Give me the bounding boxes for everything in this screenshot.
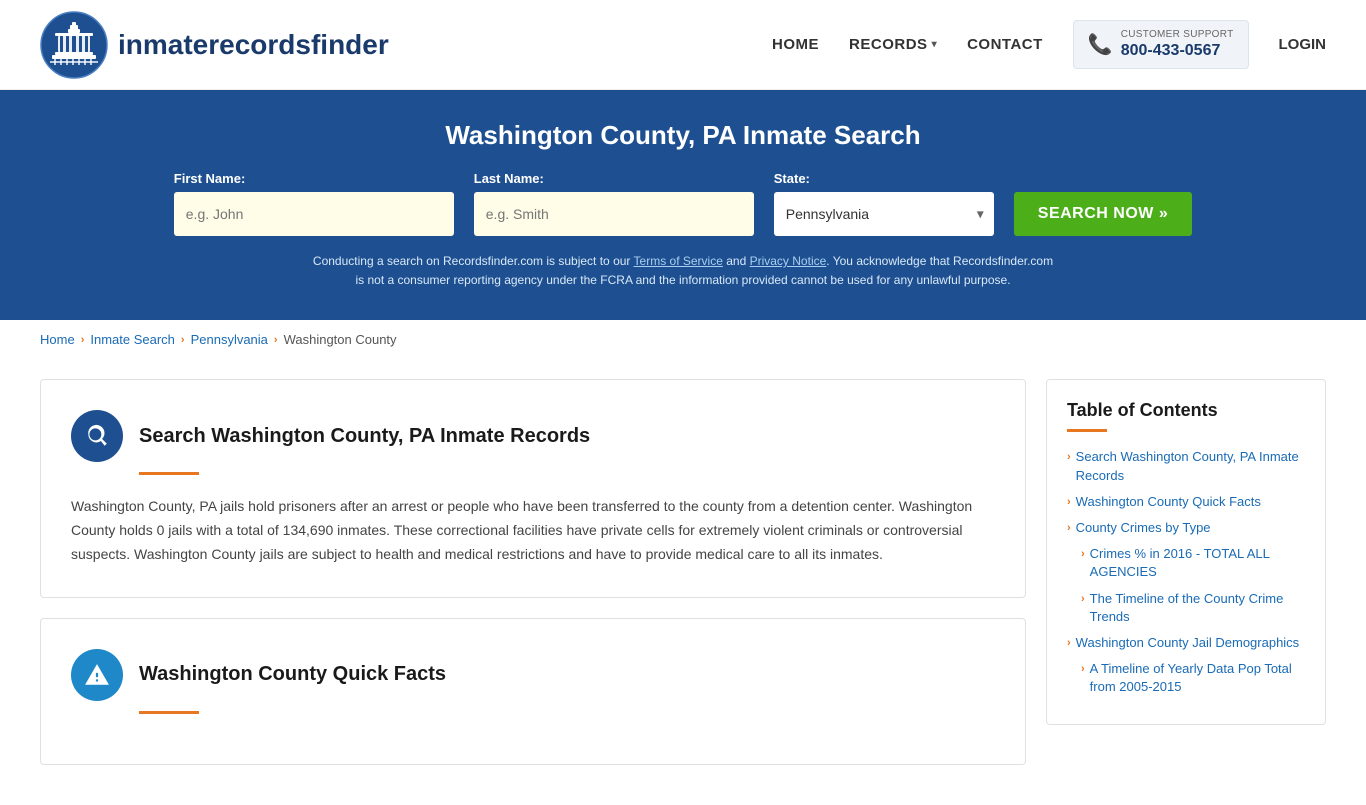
toc-item-2: › Washington County Quick Facts xyxy=(1067,493,1305,511)
support-label: CUSTOMER SUPPORT xyxy=(1121,29,1234,41)
section2-divider xyxy=(139,711,199,714)
logo-icon xyxy=(40,11,108,79)
hero-banner: Washington County, PA Inmate Search Firs… xyxy=(0,90,1366,320)
toc-chevron-icon: › xyxy=(1067,636,1071,651)
toc-chevron-icon: › xyxy=(1081,547,1085,562)
breadcrumb-home[interactable]: Home xyxy=(40,332,75,347)
right-column: Table of Contents › Search Washington Co… xyxy=(1046,379,1326,784)
support-phone: 800-433-0567 xyxy=(1121,41,1234,60)
breadcrumb-sep-3: › xyxy=(274,334,278,346)
hero-title: Washington County, PA Inmate Search xyxy=(40,120,1326,151)
toc-item-1: › Search Washington County, PA Inmate Re… xyxy=(1067,448,1305,484)
nav-home[interactable]: HOME xyxy=(772,36,819,53)
first-name-group: First Name: xyxy=(174,171,454,236)
section-quick-facts: Washington County Quick Facts xyxy=(40,618,1026,765)
breadcrumb-pennsylvania[interactable]: Pennsylvania xyxy=(191,332,268,347)
search-button[interactable]: SEARCH NOW » xyxy=(1014,192,1192,236)
section1-header: Search Washington County, PA Inmate Reco… xyxy=(71,410,995,462)
toc-item-3: › County Crimes by Type xyxy=(1067,519,1305,537)
warning-icon-circle xyxy=(71,649,123,701)
nav-contact[interactable]: CONTACT xyxy=(967,36,1043,53)
toc-item-7: › A Timeline of Yearly Data Pop Total fr… xyxy=(1067,660,1305,696)
toc-chevron-icon: › xyxy=(1081,592,1085,607)
warning-icon xyxy=(84,662,110,688)
last-name-input[interactable] xyxy=(474,192,754,236)
state-select[interactable]: Pennsylvania xyxy=(774,192,994,236)
toc-item-6: › Washington County Jail Demographics xyxy=(1067,634,1305,652)
toc-link-6[interactable]: › Washington County Jail Demographics xyxy=(1067,634,1305,652)
phone-icon: 📞 xyxy=(1088,32,1113,57)
toc-chevron-icon: › xyxy=(1067,495,1071,510)
section2-title: Washington County Quick Facts xyxy=(139,663,446,686)
header: inmaterecordsfinder HOME RECORDS ▾ CONTA… xyxy=(0,0,1366,90)
toc-list: › Search Washington County, PA Inmate Re… xyxy=(1067,448,1305,696)
last-name-group: Last Name: xyxy=(474,171,754,236)
toc-link-4[interactable]: › Crimes % in 2016 - TOTAL ALL AGENCIES xyxy=(1081,545,1305,581)
section1-body: Washington County, PA jails hold prisone… xyxy=(71,495,995,566)
toc-title: Table of Contents xyxy=(1067,400,1305,421)
support-box[interactable]: 📞 CUSTOMER SUPPORT 800-433-0567 xyxy=(1073,20,1249,69)
first-name-label: First Name: xyxy=(174,171,246,186)
toc-item-5: › The Timeline of the County Crime Trend… xyxy=(1067,590,1305,626)
breadcrumb-sep-2: › xyxy=(181,334,185,346)
toc-item-4: › Crimes % in 2016 - TOTAL ALL AGENCIES xyxy=(1067,545,1305,581)
toc-chevron-icon: › xyxy=(1067,450,1071,465)
toc-link-1[interactable]: › Search Washington County, PA Inmate Re… xyxy=(1067,448,1305,484)
state-label: State: xyxy=(774,171,810,186)
toc-link-7[interactable]: › A Timeline of Yearly Data Pop Total fr… xyxy=(1081,660,1305,696)
breadcrumb-sep-1: › xyxy=(81,334,85,346)
toc-link-5[interactable]: › The Timeline of the County Crime Trend… xyxy=(1081,590,1305,626)
toc-link-3[interactable]: › County Crimes by Type xyxy=(1067,519,1305,537)
nav-login[interactable]: LOGIN xyxy=(1279,36,1327,53)
section-inmate-records: Search Washington County, PA Inmate Reco… xyxy=(40,379,1026,597)
search-icon-circle xyxy=(71,410,123,462)
toc-chevron-icon: › xyxy=(1081,662,1085,677)
main-content: Search Washington County, PA Inmate Reco… xyxy=(0,359,1366,804)
left-column: Search Washington County, PA Inmate Reco… xyxy=(40,379,1026,784)
toc-chevron-icon: › xyxy=(1067,521,1071,536)
search-form: First Name: Last Name: State: Pennsylvan… xyxy=(40,171,1326,236)
search-icon xyxy=(84,423,110,449)
section2-header: Washington County Quick Facts xyxy=(71,649,995,701)
section1-divider xyxy=(139,472,199,475)
state-group: State: Pennsylvania ▾ xyxy=(774,171,994,236)
tos-link[interactable]: Terms of Service xyxy=(634,254,723,268)
section1-title: Search Washington County, PA Inmate Reco… xyxy=(139,425,590,448)
state-select-wrapper: Pennsylvania ▾ xyxy=(774,192,994,236)
logo-text: inmaterecordsfinder xyxy=(118,29,389,61)
breadcrumb: Home › Inmate Search › Pennsylvania › Wa… xyxy=(0,320,1366,359)
toc-card: Table of Contents › Search Washington Co… xyxy=(1046,379,1326,725)
breadcrumb-inmate-search[interactable]: Inmate Search xyxy=(90,332,175,347)
toc-divider xyxy=(1067,429,1107,432)
privacy-link[interactable]: Privacy Notice xyxy=(750,254,827,268)
toc-link-2[interactable]: › Washington County Quick Facts xyxy=(1067,493,1305,511)
chevron-down-icon: ▾ xyxy=(932,39,938,50)
breadcrumb-washington-county: Washington County xyxy=(284,332,397,347)
logo[interactable]: inmaterecordsfinder xyxy=(40,11,389,79)
last-name-label: Last Name: xyxy=(474,171,544,186)
first-name-input[interactable] xyxy=(174,192,454,236)
hero-disclaimer: Conducting a search on Recordsfinder.com… xyxy=(308,252,1058,290)
nav: HOME RECORDS ▾ CONTACT 📞 CUSTOMER SUPPOR… xyxy=(772,20,1326,69)
nav-records[interactable]: RECORDS ▾ xyxy=(849,36,937,53)
